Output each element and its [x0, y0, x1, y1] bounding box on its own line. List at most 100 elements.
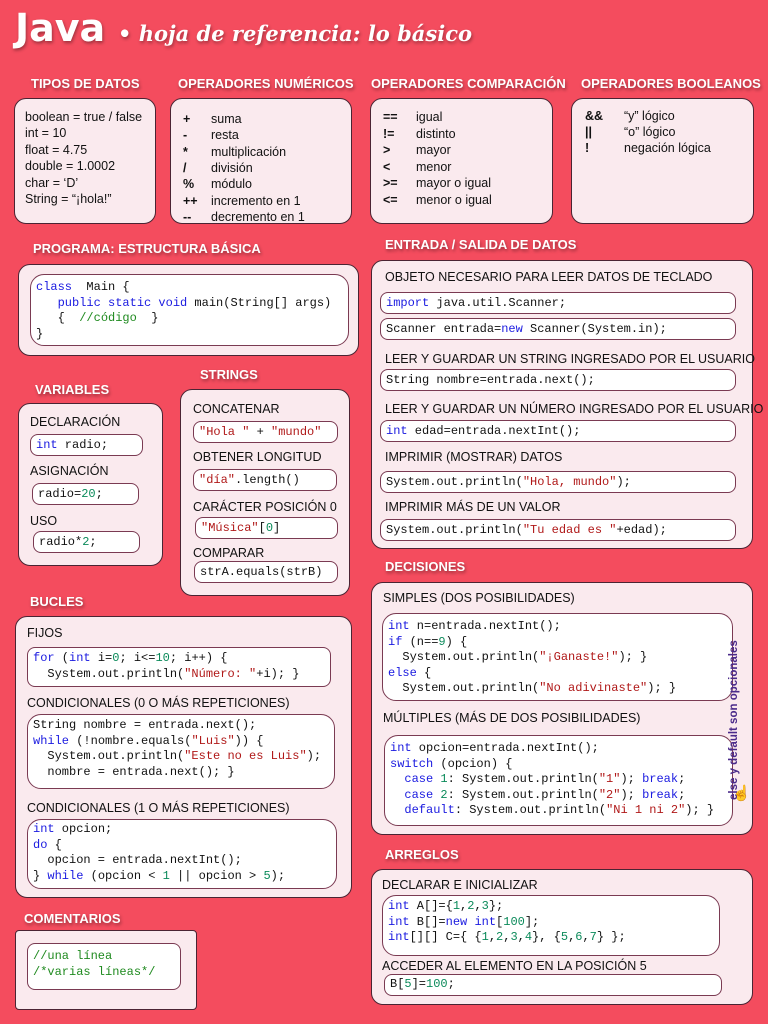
code-text: n=entrada.nextInt();: [409, 619, 561, 633]
code-text: String nombre = entrada.next();: [33, 718, 257, 732]
code-string: "Ni 1 ni 2": [606, 803, 686, 817]
programa-panel: class Main { public static void main(Str…: [18, 264, 359, 356]
code-keyword: for: [33, 651, 55, 665]
code-comment: //código: [79, 311, 137, 325]
heading-arreglos: ARREGLOS: [385, 847, 459, 862]
code-number: 20: [81, 487, 96, 501]
section-label: OBJETO NECESARIO PARA LEER DATOS DE TECL…: [385, 270, 713, 284]
code-text: (n==: [402, 634, 439, 649]
heading-programa: PROGRAMA: ESTRUCTURA BÁSICA: [33, 241, 261, 256]
heading-comparacion: OPERADORES COMPARACIÓN: [371, 76, 566, 91]
code-text: System.out.println(: [386, 475, 523, 489]
code-block: strA.equals(strB): [194, 561, 338, 583]
section-label: DECLARACIÓN: [30, 415, 121, 429]
code-text: ) {: [445, 634, 468, 649]
code-text: radio*: [39, 535, 83, 549]
code-text: (!nombre.equals(: [69, 733, 192, 748]
comparacion-panel: == igual != distinto > mayor < menor >= mayor o i…: [370, 98, 553, 224]
code-line: int opcion;: [33, 822, 331, 838]
operator-description: decremento en 1: [211, 209, 305, 224]
code-line: System.out.println("¡Ganaste!"); }: [388, 650, 727, 666]
tipos-panel: boolean = true / false int = 10 float = …: [14, 98, 156, 224]
code-line: "Música"[0]: [201, 521, 332, 537]
code-text: ];: [524, 914, 540, 929]
code-text: B[]=: [409, 914, 446, 929]
code-string: "mundo": [271, 425, 322, 439]
section-label: ACCEDER AL ELEMENTO EN LA POSICIÓN 5: [382, 959, 647, 973]
code-text: +edad);: [616, 523, 667, 537]
code-line: int B[]=new int[100];: [388, 915, 714, 931]
code-block: B[5]=100;: [384, 974, 722, 996]
operator-symbol: %: [183, 177, 195, 192]
code-line: nombre = entrada.next(); }: [33, 765, 329, 781]
code-line: opcion = entrada.nextInt();: [33, 853, 331, 869]
code-keyword: new: [445, 914, 468, 929]
code-text: main(String[] args): [187, 295, 332, 310]
code-text: opcion;: [54, 822, 113, 836]
code-keyword: break: [642, 787, 679, 802]
code-line: String nombre=entrada.next();: [386, 373, 730, 389]
code-keyword: int: [33, 822, 55, 836]
page-subtitle: • hoja de referencia: lo básico: [118, 21, 473, 46]
code-block: radio*2;: [33, 531, 140, 553]
operator-symbol: ==: [383, 110, 398, 124]
code-block: System.out.println("Hola, mundo");: [380, 471, 736, 493]
operator-symbol: <=: [383, 192, 398, 207]
code-line: do {: [33, 838, 331, 854]
operator-description: suma: [211, 112, 242, 126]
code-text: [][] C={ {: [409, 930, 482, 944]
code-line: /*varias líneas*/: [33, 965, 175, 981]
code-keyword: int: [388, 899, 410, 913]
code-text: [: [258, 521, 266, 535]
code-line: int A[]={1,2,3};: [388, 899, 714, 915]
code-comment: /*varias líneas*/: [33, 964, 156, 979]
tipo-line: String = “¡hola!”: [25, 192, 112, 206]
code-block: int radio;: [30, 434, 143, 456]
code-string: "Este no es Luis": [184, 749, 307, 763]
code-number: 5: [404, 977, 412, 991]
code-block: int A[]={1,2,3}; int B[]=new int[100]; int…: [382, 895, 720, 956]
section-label: IMPRIMIR (MOSTRAR) DATOS: [385, 450, 563, 464]
code-number: 1: [440, 772, 448, 786]
code-keyword: int: [390, 741, 412, 755]
code-line: { //código }: [36, 311, 343, 327]
operator-symbol: *: [183, 144, 188, 159]
code-text: ); }: [618, 650, 648, 664]
code-number: 1: [481, 930, 489, 944]
code-text: System.out.println(: [388, 681, 540, 695]
code-line: "Hola " + "mundo": [199, 425, 332, 441]
operator-description: distinto: [416, 126, 456, 141]
code-line: while (!nombre.equals("Luis")) {: [33, 734, 329, 750]
tipo-line: int = 10: [25, 126, 67, 140]
code-string: "1": [598, 772, 621, 786]
code-text: ,: [517, 930, 525, 944]
code-keyword: int: [388, 619, 410, 633]
operator-symbol: >=: [383, 176, 398, 190]
code-text: : System.out.println(: [447, 772, 599, 786]
operator-description: mayor o igual: [416, 176, 492, 190]
code-number: 0: [265, 521, 274, 535]
code-text: +: [249, 425, 272, 439]
code-string: "Hola ": [199, 425, 250, 439]
code-text: String nombre=entrada.next();: [386, 373, 595, 387]
code-keyword: import: [386, 296, 430, 310]
code-block: Scanner entrada=new Scanner(System.in);: [380, 318, 736, 340]
code-string: "2": [598, 787, 621, 802]
heading-booleanos: OPERADORES BOOLEANOS: [581, 76, 761, 91]
section-label: COMPARAR: [193, 546, 265, 560]
code-text: strA.equals(strB): [200, 565, 323, 579]
operator-description: “o” lógico: [624, 125, 676, 139]
code-string: "Música": [201, 521, 259, 535]
code-text: ; i++) {: [169, 651, 228, 665]
code-number: 3: [510, 930, 518, 944]
code-string: "¡Ganaste!": [539, 650, 619, 664]
strings-panel: CONCATENAR "Hola " + "mundo" OBTENER LON…: [180, 389, 350, 596]
section-label: CONDICIONALES (1 O MÁS REPETICIONES): [27, 801, 290, 815]
section-label: CARÁCTER POSICIÓN 0: [193, 500, 337, 514]
code-line: System.out.println("Este no es Luis");: [33, 749, 329, 765]
code-text: i=: [90, 651, 113, 665]
operator-description: mayor: [416, 143, 451, 157]
operator-symbol: /: [183, 160, 187, 175]
side-note: else y default son opcionales: [728, 640, 740, 800]
code-text: B[: [390, 977, 405, 991]
